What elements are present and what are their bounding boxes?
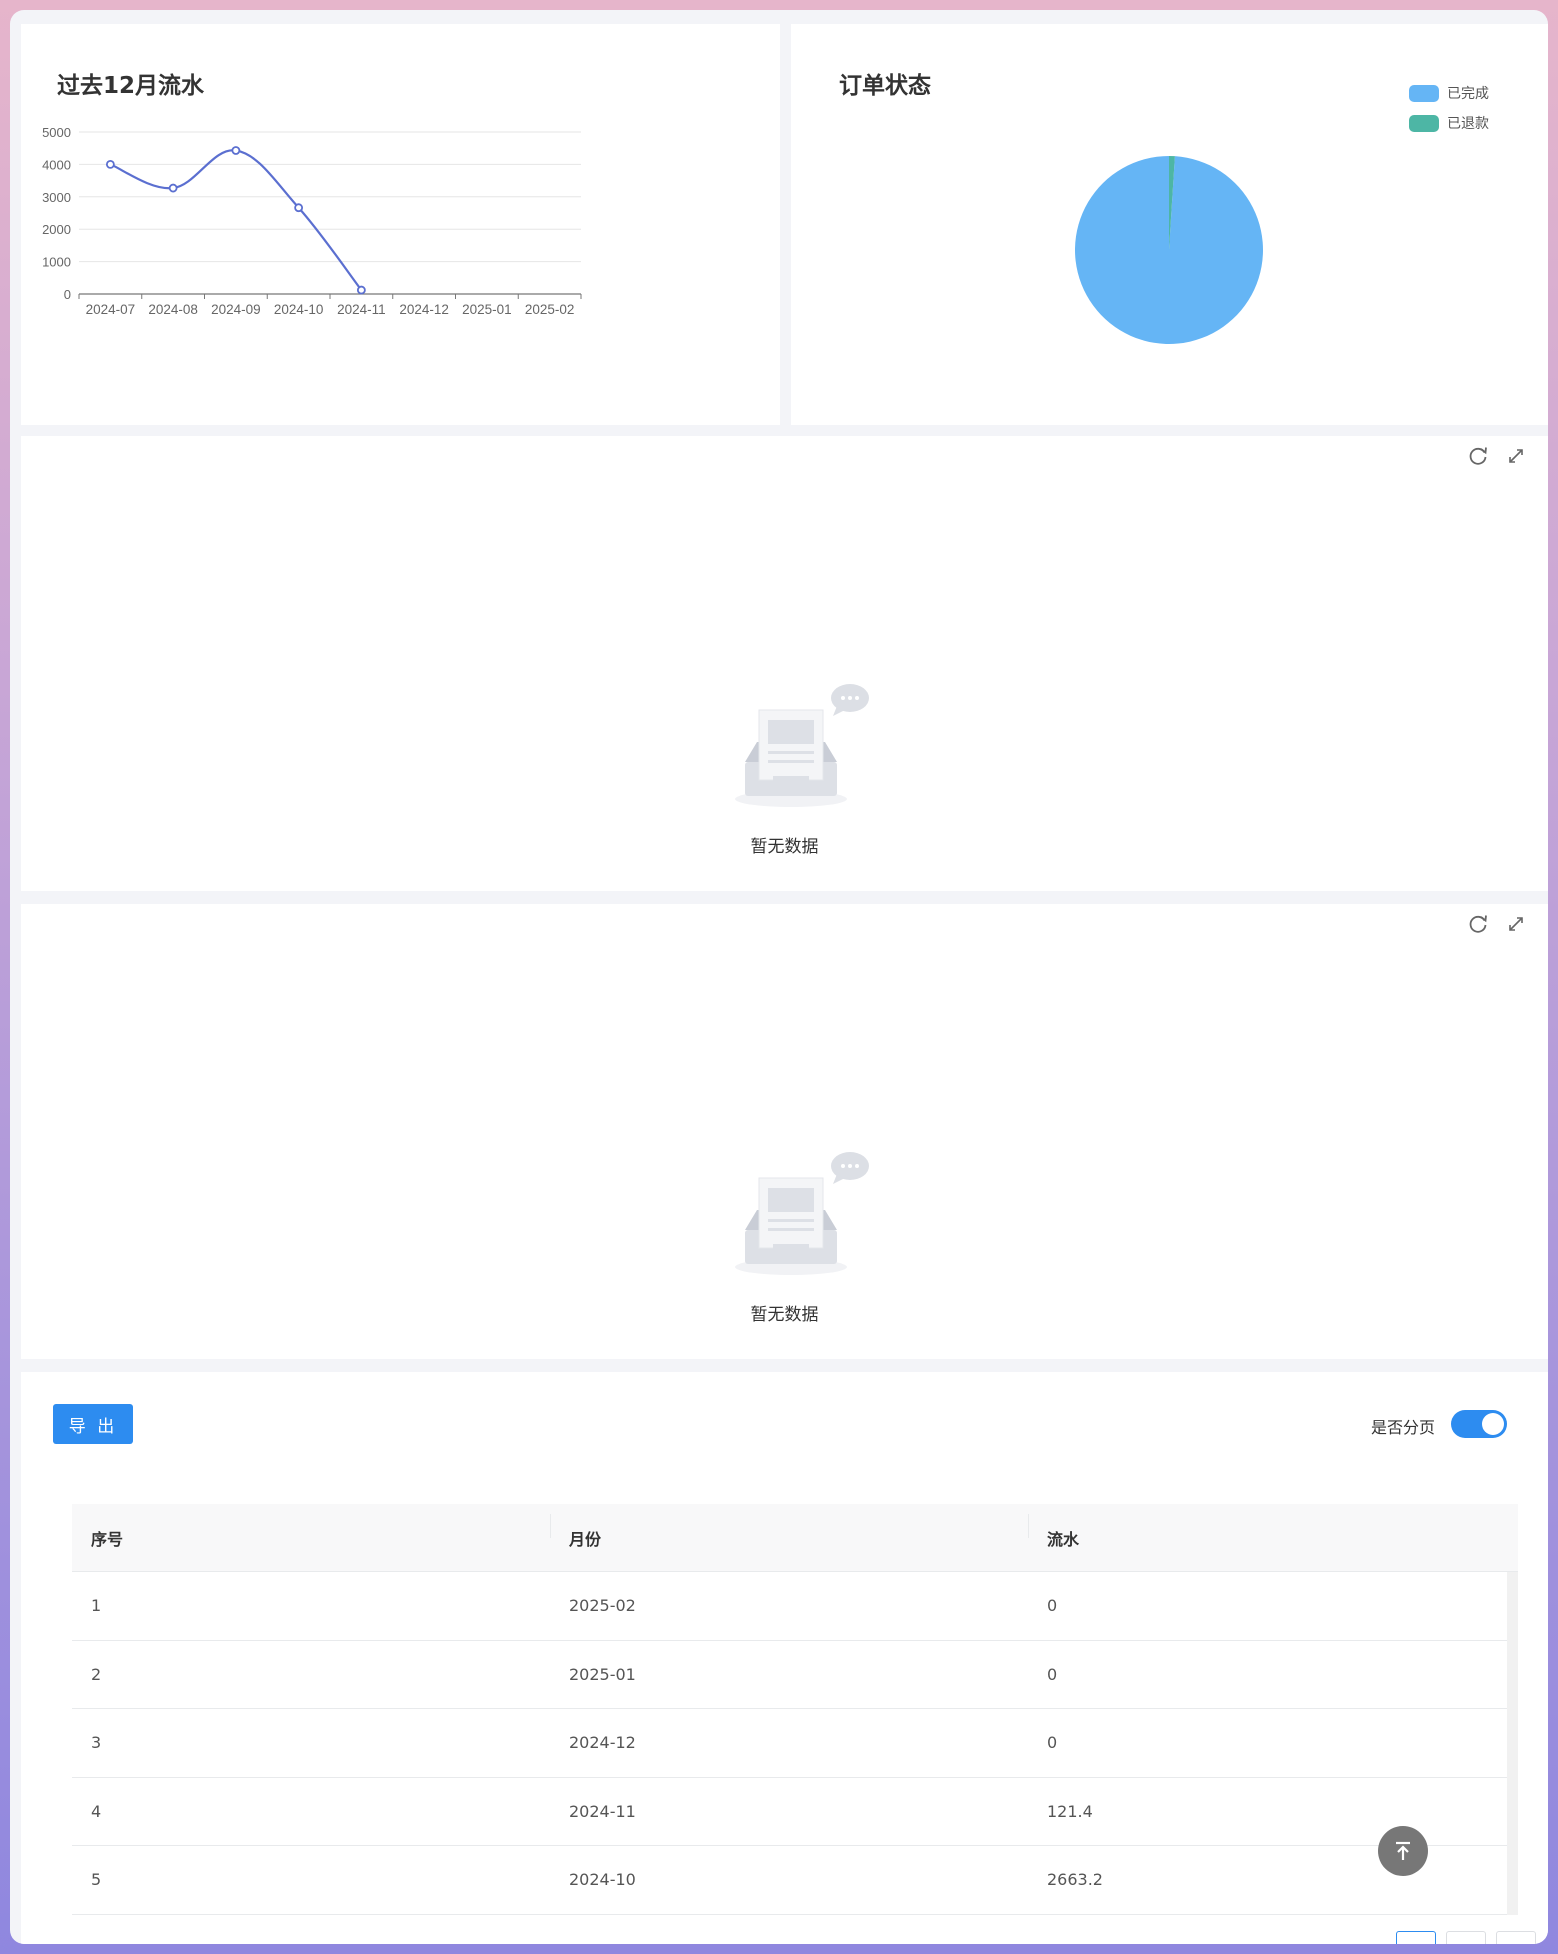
revenue-line-chart: 0 1000 2000 3000 4000 5000 2024-07 2024-08 2024-…	[42, 125, 582, 317]
pagination-item[interactable]	[1496, 1931, 1536, 1944]
table-header: 序号 月份 流水	[72, 1504, 1518, 1572]
column-header-month[interactable]: 月份	[550, 1513, 1028, 1550]
cell-index: 5	[91, 1870, 102, 1890]
dashboard-frame: 过去12月流水 0 1000 2000 3000 4000 5000 2024-07 2024…	[10, 10, 1548, 1944]
refresh-icon[interactable]	[1466, 912, 1490, 936]
empty-data-illustration	[735, 684, 869, 807]
y-tick-label: 0	[64, 287, 71, 302]
table-scrollbar[interactable]	[1507, 1572, 1518, 1915]
revenue-series-line	[109, 149, 363, 291]
column-header-revenue[interactable]: 流水	[1028, 1513, 1506, 1550]
x-tick-label: 2024-07	[86, 302, 136, 317]
pagination-item[interactable]	[1396, 1931, 1436, 1944]
empty-data-text: 暂无数据	[750, 837, 819, 857]
cell-month: 2025-01	[569, 1664, 636, 1684]
cell-month: 2024-10	[569, 1870, 636, 1890]
y-tick-label: 1000	[42, 255, 71, 270]
cell-revenue: 0	[1047, 1596, 1058, 1616]
pagination-item[interactable]	[1446, 1931, 1486, 1944]
x-tick-label: 2024-08	[148, 302, 198, 317]
table-row[interactable]: 5 2024-10 2663.2	[72, 1846, 1518, 1915]
x-tick-label: 2024-10	[274, 302, 324, 317]
cell-month: 2024-11	[569, 1801, 636, 1821]
data-point[interactable]	[105, 159, 115, 169]
cell-index: 1	[91, 1596, 102, 1616]
data-point[interactable]	[294, 203, 304, 213]
panel-toolbar	[1466, 444, 1528, 468]
table-row[interactable]: 3 2024-12 0	[72, 1709, 1518, 1778]
x-tick-label: 2024-09	[211, 302, 261, 317]
refresh-icon[interactable]	[1466, 444, 1490, 468]
y-tick-label: 5000	[42, 125, 71, 140]
pagination	[1396, 1931, 1536, 1944]
arrow-up-to-top-icon	[1396, 1841, 1410, 1860]
y-tick-label: 3000	[42, 190, 71, 205]
data-point[interactable]	[231, 146, 241, 155]
table-row[interactable]: 2 2025-01 0	[72, 1641, 1518, 1709]
cell-month: 2024-12	[569, 1733, 636, 1753]
paging-toggle-switch[interactable]	[1451, 1410, 1507, 1438]
empty-data-illustration	[735, 1152, 869, 1275]
cell-index: 4	[91, 1801, 102, 1821]
cell-index: 3	[91, 1733, 102, 1753]
empty-data-text: 暂无数据	[750, 1305, 819, 1325]
expand-icon[interactable]	[1504, 444, 1528, 468]
empty-chart-panel-2: 暂无数据	[21, 904, 1548, 1359]
data-point[interactable]	[168, 183, 178, 193]
panel-toolbar	[1466, 912, 1528, 936]
export-button[interactable]: 导 出	[53, 1404, 133, 1444]
y-tick-label: 4000	[42, 157, 71, 172]
table-row[interactable]: 4 2024-11 121.4	[72, 1778, 1518, 1846]
x-tick-label: 2025-01	[462, 302, 512, 317]
paging-toggle-label: 是否分页	[1371, 1418, 1436, 1437]
empty-chart-panel-1: 暂无数据	[21, 436, 1548, 891]
order-status-pie	[1075, 156, 1263, 345]
cell-index: 2	[91, 1664, 102, 1684]
revenue-table-card: 导 出 是否分页 序号 月份 流水 1 2025-02 0 2 2025-01 …	[21, 1372, 1548, 1944]
data-point[interactable]	[356, 285, 366, 295]
y-tick-label: 2000	[42, 222, 71, 237]
x-tick-label: 2025-02	[525, 302, 575, 317]
revenue-line-chart-card: 过去12月流水 0 1000 2000 3000 4000 5000 2024-07 2024…	[21, 24, 780, 425]
cell-month: 2025-02	[569, 1596, 636, 1616]
order-status-pie-card: 订单状态 已完成 已退款	[791, 24, 1548, 425]
column-header-index[interactable]: 序号	[72, 1526, 550, 1550]
cell-revenue: 121.4	[1047, 1801, 1093, 1821]
x-tick-label: 2024-11	[337, 302, 386, 317]
back-to-top-button[interactable]	[1378, 1826, 1428, 1876]
table-row[interactable]: 1 2025-02 0	[72, 1572, 1518, 1641]
switch-knob	[1482, 1413, 1504, 1435]
revenue-table: 序号 月份 流水 1 2025-02 0 2 2025-01 0 3 2024-…	[72, 1504, 1518, 1915]
x-tick-label: 2024-12	[399, 302, 449, 317]
cell-revenue: 0	[1047, 1664, 1058, 1684]
cell-revenue: 2663.2	[1047, 1870, 1103, 1890]
cell-revenue: 0	[1047, 1733, 1058, 1753]
expand-icon[interactable]	[1504, 912, 1528, 936]
